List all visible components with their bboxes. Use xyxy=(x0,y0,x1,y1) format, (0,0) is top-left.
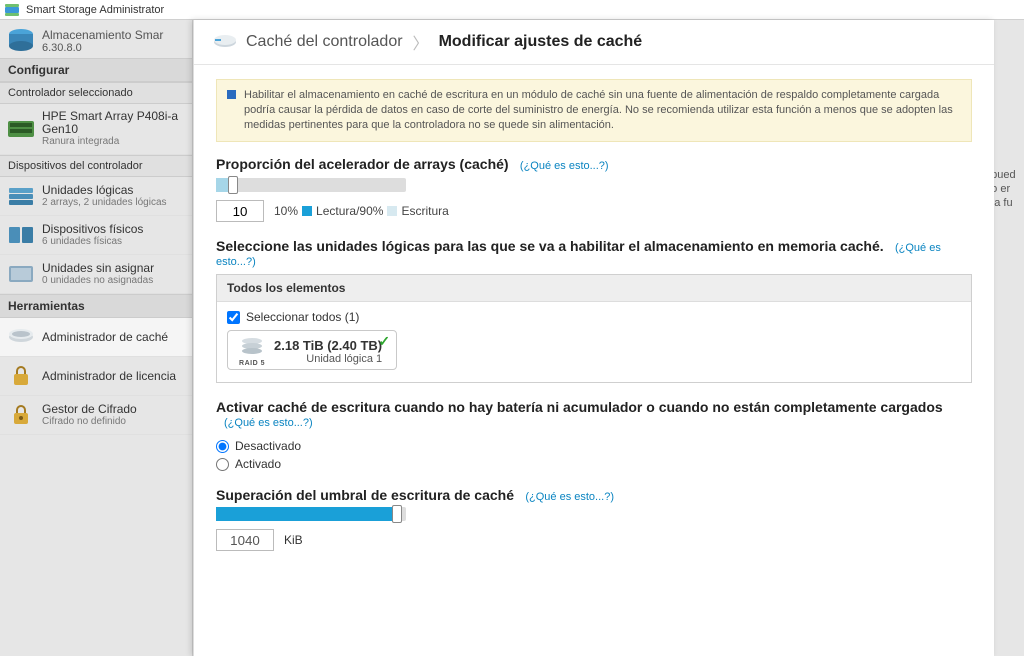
sidebar-item-sub: 0 unidades no asignadas xyxy=(42,275,154,287)
dialog-modify-cache: Caché del controlador 〉 Modificar ajuste… xyxy=(193,20,994,656)
ld-size: 2.18 TiB (2.40 TB) xyxy=(274,338,382,353)
ld-name: Unidad lógica 1 xyxy=(274,353,382,365)
nobatt-off-radio[interactable] xyxy=(216,440,229,453)
nobatt-off-row[interactable]: Desactivado xyxy=(216,439,972,453)
ratio-input[interactable] xyxy=(216,200,264,222)
sidebar-item-label: Unidades lógicas xyxy=(42,184,167,197)
nobatt-on-label: Activado xyxy=(235,457,281,471)
app-icon xyxy=(4,2,20,18)
write-pct: 90% xyxy=(359,204,383,218)
sidebar-item-sub: Cifrado no definido xyxy=(42,416,137,428)
sidebar-item-logical-drives[interactable]: Unidades lógicas 2 arrays, 2 unidades ló… xyxy=(0,177,192,216)
section-devices: Dispositivos del controlador xyxy=(0,155,192,177)
ld-panel-header: Todos los elementos xyxy=(217,275,971,302)
threshold-slider[interactable] xyxy=(216,507,406,521)
breadcrumb: Caché del controlador 〉 Modificar ajuste… xyxy=(194,20,994,65)
sidebar-item-label: Administrador de licencia xyxy=(42,370,176,383)
nobatt-title: Activar caché de escritura cuando no hay… xyxy=(216,399,943,415)
slider-thumb[interactable] xyxy=(228,176,238,194)
logical-drive-card[interactable]: ✓ RAID 5 2.18 TiB (2.40 TB) Unidad l xyxy=(227,330,397,370)
controller-icon xyxy=(212,33,238,51)
read-color-swatch xyxy=(302,206,312,216)
ratio-title: Proporción del acelerador de arrays (cac… xyxy=(216,156,509,172)
sidebar-tool-cache[interactable]: Administrador de caché xyxy=(0,318,192,357)
disk-stack-icon xyxy=(240,336,264,359)
info-bullet-icon xyxy=(227,90,236,99)
sidebar-tool-license[interactable]: Administrador de licencia xyxy=(0,357,192,396)
nobatt-help-link[interactable]: (¿Qué es esto...?) xyxy=(224,417,313,429)
controller-item[interactable]: HPE Smart Array P408i-a Gen10 Ranura int… xyxy=(0,104,192,155)
threshold-title: Superación del umbral de escritura de ca… xyxy=(216,487,514,503)
ratio-help-link[interactable]: (¿Qué es esto...?) xyxy=(520,160,609,172)
logical-drives-icon xyxy=(6,183,36,209)
raid-label: RAID 5 xyxy=(239,360,265,367)
sidebar-tool-encryption[interactable]: Gestor de Cifrado Cifrado no definido xyxy=(0,396,192,435)
sidebar-item-unassigned[interactable]: Unidades sin asignar 0 unidades no asign… xyxy=(0,255,192,294)
read-label: Lectura xyxy=(316,204,356,218)
warning-text: Habilitar el almacenamiento en caché de … xyxy=(244,88,961,133)
product-name: Almacenamiento Smar xyxy=(42,28,163,42)
write-label: Escritura xyxy=(401,204,448,218)
crumb-current: Modificar ajustes de caché xyxy=(439,33,643,51)
encryption-icon xyxy=(6,402,36,428)
select-ld-title: Seleccione las unidades lógicas para las… xyxy=(216,238,884,254)
select-all-label: Seleccionar todos (1) xyxy=(246,310,359,324)
ld-panel: Todos los elementos Seleccionar todos (1… xyxy=(216,274,972,383)
sidebar-item-sub: 6 unidades físicas xyxy=(42,236,143,248)
sidebar-item-label: Dispositivos físicos xyxy=(42,223,143,236)
sidebar-item-sub: 2 arrays, 2 unidades lógicas xyxy=(42,197,167,209)
unassigned-icon xyxy=(6,261,36,287)
array-card-icon xyxy=(6,116,36,142)
physical-drives-icon xyxy=(6,222,36,248)
window-titlebar: Smart Storage Administrator xyxy=(0,0,1024,20)
read-pct: 10% xyxy=(274,204,298,218)
slider-thumb[interactable] xyxy=(392,505,402,523)
sidebar-item-label: Unidades sin asignar xyxy=(42,262,154,275)
workspace: o pued nto er una fu Caché del controlad… xyxy=(193,20,1024,656)
nobatt-on-row[interactable]: Activado xyxy=(216,457,972,471)
controller-slot: Ranura integrada xyxy=(42,136,178,148)
sidebar: Almacenamiento Smar 6.30.8.0 Configurar … xyxy=(0,20,193,656)
sidebar-item-label: Gestor de Cifrado xyxy=(42,403,137,416)
warning-banner: Habilitar el almacenamiento en caché de … xyxy=(216,79,972,142)
storage-icon xyxy=(6,26,36,56)
product-version: 6.30.8.0 xyxy=(42,42,163,55)
section-tools: Herramientas xyxy=(0,294,192,318)
sidebar-item-physical-drives[interactable]: Dispositivos físicos 6 unidades físicas xyxy=(0,216,192,255)
cache-admin-icon xyxy=(6,324,36,350)
section-configure: Configurar xyxy=(0,58,192,82)
lock-icon xyxy=(6,363,36,389)
select-all-checkbox[interactable] xyxy=(227,311,240,324)
select-all-row[interactable]: Seleccionar todos (1) xyxy=(227,310,961,324)
threshold-unit: KiB xyxy=(284,533,303,547)
check-icon: ✓ xyxy=(378,333,390,350)
sidebar-product: Almacenamiento Smar 6.30.8.0 xyxy=(0,20,192,58)
threshold-input[interactable] xyxy=(216,529,274,551)
threshold-help-link[interactable]: (¿Qué es esto...?) xyxy=(525,491,614,503)
ratio-slider[interactable] xyxy=(216,178,406,192)
chevron-right-icon: 〉 xyxy=(413,30,429,54)
section-controller: Controlador seleccionado xyxy=(0,82,192,104)
sidebar-item-label: Administrador de caché xyxy=(42,331,168,344)
window-title: Smart Storage Administrator xyxy=(26,4,164,16)
crumb-parent[interactable]: Caché del controlador xyxy=(246,33,403,51)
nobatt-off-label: Desactivado xyxy=(235,439,301,453)
nobatt-on-radio[interactable] xyxy=(216,458,229,471)
write-color-swatch xyxy=(387,206,397,216)
controller-gen: Gen10 xyxy=(42,123,178,136)
